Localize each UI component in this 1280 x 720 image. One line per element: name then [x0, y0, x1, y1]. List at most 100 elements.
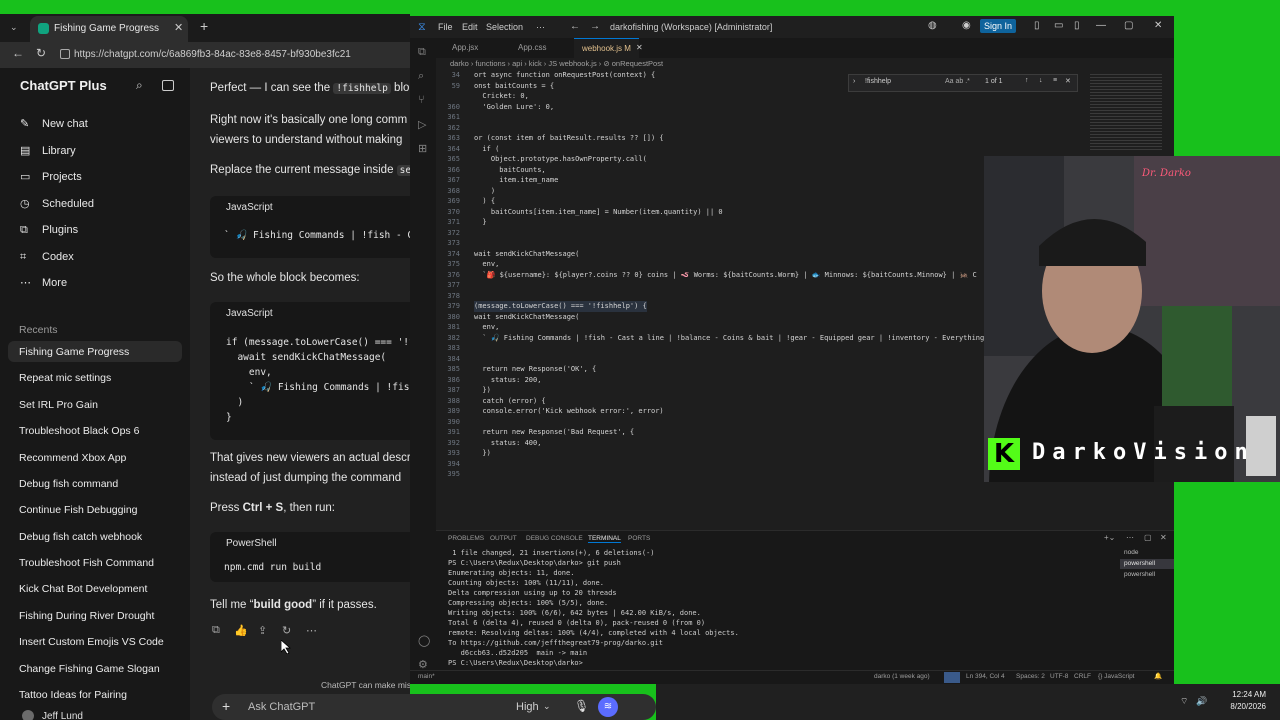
panel-tab-output[interactable]: OUTPUT	[490, 535, 517, 542]
layout-sidebar-icon[interactable]: ▯	[1034, 20, 1040, 31]
search-icon[interactable]: ⌕	[136, 78, 143, 93]
close-tab-icon[interactable]: ✕	[174, 21, 183, 34]
window-title[interactable]: darkofishing (Workspace) [Administrator]	[610, 22, 772, 32]
panel-tab-terminal[interactable]: TERMINAL	[588, 535, 621, 543]
more-options-icon[interactable]: ⋯	[306, 624, 317, 637]
sidebar-toggle-icon[interactable]	[162, 80, 174, 91]
close-find-icon[interactable]: ✕	[1065, 77, 1071, 85]
terminal-item-powershell[interactable]: powershell	[1124, 560, 1155, 567]
chevron-down-icon[interactable]: ⌄	[543, 701, 551, 712]
recent-chat-item[interactable]: Repeat mic settings	[19, 369, 111, 387]
source-control-icon[interactable]: ⑂	[418, 94, 425, 106]
explorer-icon[interactable]: ⧉	[418, 46, 426, 59]
next-match-icon[interactable]: ↓	[1039, 77, 1043, 84]
recent-chat-item[interactable]: Debug fish catch webhook	[19, 528, 142, 546]
find-input[interactable]: !fishhelp	[865, 78, 891, 85]
find-menu-icon[interactable]: ≡	[1053, 77, 1057, 84]
sidebar-item-more[interactable]: ⋯ More	[20, 274, 67, 292]
url-field[interactable]: https://chatgpt.com/c/6a869fb3-84ac-83e8…	[74, 47, 351, 63]
breadcrumb[interactable]: darko › functions › api › kick › JS webh…	[450, 58, 663, 70]
match-case-icon[interactable]: Aa ab .*	[945, 78, 970, 85]
panel-tab-debug-console[interactable]: DEBUG CONSOLE	[526, 535, 583, 542]
thumbs-icon[interactable]: 👍	[234, 624, 248, 637]
nav-forward-icon[interactable]: →	[590, 21, 600, 32]
clock-date[interactable]: 8/20/2026	[1216, 702, 1266, 711]
sidebar-item-plugins[interactable]: ⧉ Plugins	[20, 221, 78, 239]
search-icon[interactable]: ⌕	[418, 70, 424, 83]
add-attachment-icon[interactable]: +	[222, 698, 230, 714]
back-arrow-icon[interactable]: ←	[12, 46, 24, 60]
sidebar-item-new-chat[interactable]: ✎ New chat	[20, 115, 88, 133]
recent-chat-item[interactable]: Troubleshoot Fish Command	[19, 554, 154, 572]
copilot-icon[interactable]: ◍	[928, 20, 937, 31]
recent-chat-item[interactable]: Set IRL Pro Gain	[19, 396, 98, 414]
recent-chat-item[interactable]: Tattoo Ideas for Pairing	[19, 686, 127, 704]
menu-more[interactable]: ···	[536, 22, 545, 32]
recent-chat-item[interactable]: Fishing During River Drought	[19, 607, 154, 625]
encoding[interactable]: UTF-8	[1050, 673, 1068, 680]
run-debug-icon[interactable]: ▷	[418, 118, 426, 131]
panel-more-icon[interactable]: ⋯	[1126, 533, 1134, 542]
tab-app-jsx[interactable]: App.jsx	[444, 38, 486, 58]
clock-time[interactable]: 12:24 AM	[1216, 690, 1266, 699]
sidebar-item-library[interactable]: ▤ Library	[20, 142, 76, 160]
recent-chat-item[interactable]: Insert Custom Emojis VS Code	[19, 633, 164, 651]
panel-tab-ports[interactable]: PORTS	[628, 535, 650, 542]
composer[interactable]: + Ask ChatGPT	[212, 694, 410, 720]
cursor-position[interactable]: Ln 394, Col 4	[966, 673, 1005, 680]
voice-mode-icon[interactable]: ≋	[598, 697, 618, 717]
site-info-icon[interactable]	[60, 49, 70, 59]
sign-in-button[interactable]: Sign In	[980, 19, 1017, 33]
accounts-icon[interactable]: ◉	[962, 20, 971, 31]
line-ending[interactable]: CRLF	[1074, 673, 1091, 680]
recent-chat-item[interactable]: Continue Fish Debugging	[19, 501, 138, 519]
layout-panel-icon[interactable]: ▭	[1054, 20, 1063, 31]
chevron-right-icon[interactable]: ›	[853, 78, 855, 85]
new-terminal-icon[interactable]: +⌄	[1104, 533, 1115, 542]
reload-icon[interactable]: ↻	[36, 46, 46, 60]
maximize-icon[interactable]: ▢	[1124, 20, 1133, 31]
recent-chat-item[interactable]: Kick Chat Bot Development	[19, 580, 147, 598]
regenerate-icon[interactable]: ↻	[282, 624, 291, 637]
menu-selection[interactable]: Selection	[486, 22, 523, 32]
new-tab-plus-icon[interactable]: +	[200, 18, 208, 34]
brand-title[interactable]: ChatGPT Plus	[20, 78, 107, 93]
terminal-output[interactable]: 1 file changed, 21 insertions(+), 6 dele…	[436, 547, 1116, 669]
terminal-item-powershell[interactable]: powershell	[1124, 571, 1155, 578]
branch-status[interactable]: main*	[418, 673, 435, 680]
menu-edit[interactable]: Edit	[462, 22, 478, 32]
share-icon[interactable]: ⇪	[258, 624, 267, 637]
composer-input[interactable]: Ask ChatGPT	[248, 701, 315, 713]
sidebar-item-codex[interactable]: ⌗ Codex	[20, 248, 74, 266]
maximize-panel-icon[interactable]: ▢	[1144, 533, 1152, 542]
close-window-icon[interactable]: ✕	[1154, 20, 1162, 31]
tab-list-chevron-icon[interactable]: ⌄	[10, 22, 18, 33]
tab-app-css[interactable]: App.css	[510, 38, 554, 58]
extensions-icon[interactable]: ⊞	[418, 142, 427, 155]
copy-icon[interactable]: ⧉	[212, 624, 220, 637]
recent-chat-item[interactable]: Fishing Game Progress	[19, 343, 129, 361]
avatar[interactable]	[22, 710, 34, 720]
recent-chat-item[interactable]: Recommend Xbox App	[19, 449, 126, 467]
language-mode[interactable]: {} JavaScript	[1098, 673, 1135, 680]
tray-volume-icon[interactable]: 🔊	[1196, 696, 1207, 707]
model-selector[interactable]: High	[516, 701, 539, 713]
notifications-bell-icon[interactable]: 🔔	[1154, 672, 1162, 680]
sidebar-item-projects[interactable]: ▭ Projects	[20, 168, 82, 186]
close-panel-icon[interactable]: ✕	[1160, 533, 1167, 542]
git-blame-status[interactable]: darko (1 week ago)	[874, 673, 930, 680]
minimize-icon[interactable]: —	[1096, 20, 1106, 31]
browser-tab-active[interactable]: Fishing Game Progress ✕	[30, 16, 188, 42]
layout-secondary-icon[interactable]: ▯	[1074, 20, 1080, 31]
recent-chat-item[interactable]: Debug fish command	[19, 475, 118, 493]
prev-match-icon[interactable]: ↑	[1025, 77, 1029, 84]
tab-webhook-js[interactable]: webhook.js M	[574, 38, 639, 59]
menu-file[interactable]: File	[438, 22, 453, 32]
account-icon[interactable]: ◯	[418, 634, 430, 647]
sidebar-item-scheduled[interactable]: ◷ Scheduled	[20, 195, 94, 213]
microphone-icon[interactable]: 🎙	[574, 699, 589, 713]
user-name[interactable]: Jeff Lund	[42, 711, 83, 720]
panel-tab-problems[interactable]: PROBLEMS	[448, 535, 484, 542]
indentation[interactable]: Spaces: 2	[1016, 673, 1045, 680]
terminal-item-node[interactable]: node	[1124, 549, 1138, 556]
